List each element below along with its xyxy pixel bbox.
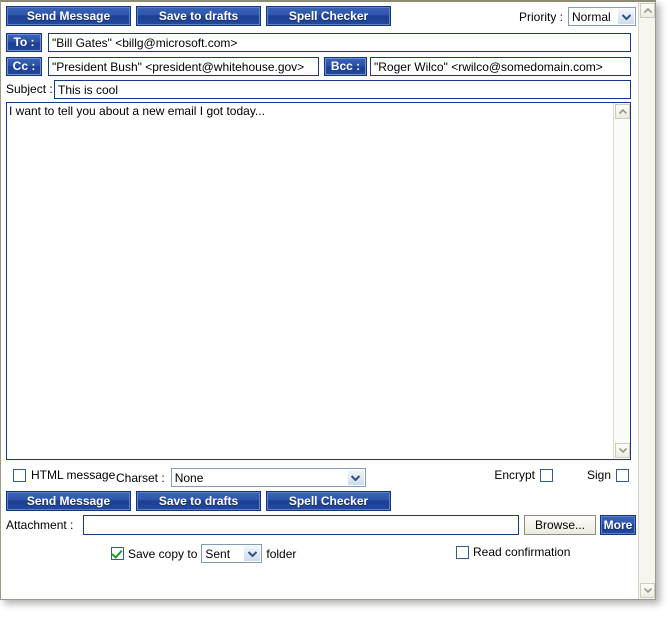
to-label-button[interactable]: To : [6,33,42,52]
charset-value: None [174,470,204,485]
cc-label-button[interactable]: Cc : [6,57,42,76]
sign-option[interactable]: Sign [587,468,629,482]
page-scrollbar[interactable] [638,2,655,599]
chevron-down-icon [347,470,364,485]
priority-group: Priority : Normal [519,7,636,26]
to-row: To : [6,33,631,53]
folder-value: Sent [205,546,231,561]
sign-checkbox[interactable] [616,468,629,482]
save-to-drafts-button-bottom[interactable]: Save to drafts [136,491,261,511]
chevron-down-icon [244,546,261,561]
send-message-button-top[interactable]: Send Message [6,6,131,26]
toolbar-bottom: Send Message Save to drafts Spell Checke… [6,491,631,511]
save-to-drafts-button-top[interactable]: Save to drafts [136,6,261,26]
encrypt-option[interactable]: Encrypt [494,468,553,482]
attachment-input[interactable] [83,515,519,535]
subject-label: Subject : [6,82,53,96]
message-body-container [6,102,631,460]
read-confirmation-label: Read confirmation [473,545,571,559]
priority-label: Priority : [518,9,563,24]
send-message-button-bottom[interactable]: Send Message [6,491,131,511]
page-scroll-down-icon[interactable] [640,583,655,598]
folder-select[interactable]: Sent [201,544,263,563]
body-scrollbar[interactable] [613,103,630,459]
read-confirmation-option[interactable]: Read confirmation [456,545,570,559]
options-row: HTML message Charset : None Encrypt Sign [6,466,631,487]
save-copy-option: Save copy to Sent folder [111,544,296,563]
priority-select[interactable]: Normal [568,7,636,26]
save-copy-suffix-label: folder [266,546,297,561]
html-message-label: HTML message [31,468,116,482]
save-copy-checkbox[interactable] [111,547,124,560]
to-input[interactable] [48,33,631,52]
footer-row: Save copy to Sent folder Read confirmati… [6,543,631,564]
charset-option: Charset : None [116,468,366,487]
body-scroll-down-icon[interactable] [615,443,630,458]
spell-checker-button-top[interactable]: Spell Checker [266,6,391,26]
save-copy-prefix-label: Save copy to [128,546,198,561]
html-message-option[interactable]: HTML message [13,468,115,482]
cc-input[interactable] [48,57,319,76]
bcc-label-button[interactable]: Bcc : [324,57,367,76]
spell-checker-button-bottom[interactable]: Spell Checker [266,491,391,511]
bcc-input[interactable] [370,57,631,76]
more-button[interactable]: More [600,515,636,535]
encrypt-label: Encrypt [494,468,535,482]
read-confirmation-checkbox[interactable] [456,545,469,559]
chevron-down-icon [618,9,634,24]
attachment-label: Attachment : [6,518,74,532]
charset-label: Charset : [116,470,165,485]
attachment-row: Attachment : Browse... More [6,515,636,536]
subject-input[interactable] [54,80,631,99]
compose-page: Send Message Save to drafts Spell Checke… [1,2,638,599]
html-message-checkbox[interactable] [13,468,26,482]
subject-row: Subject : [6,80,631,100]
body-scroll-up-icon[interactable] [615,104,630,119]
page-scroll-up-icon[interactable] [640,3,655,18]
charset-select[interactable]: None [170,468,366,487]
cc-bcc-row: Cc : Bcc : [6,57,631,77]
sign-label: Sign [586,468,611,482]
encrypt-checkbox[interactable] [540,468,553,482]
browse-button[interactable]: Browse... [524,515,596,535]
browser-window: Send Message Save to drafts Spell Checke… [0,0,656,600]
message-body-textarea[interactable] [7,103,613,459]
